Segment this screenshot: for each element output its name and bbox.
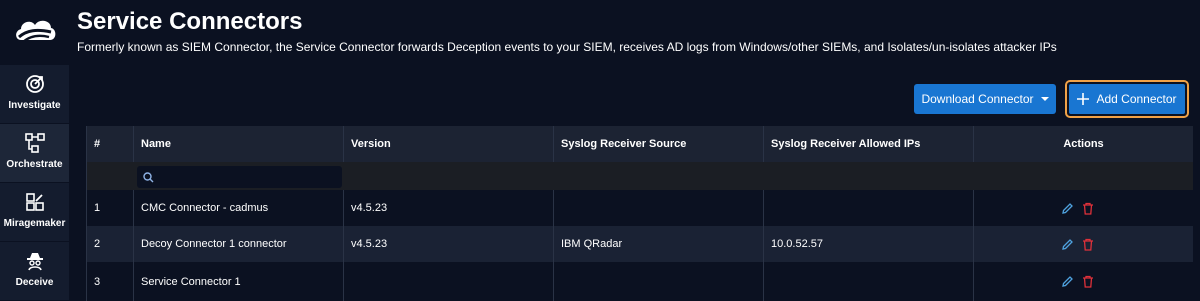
cell-version: v4.5.23 [344, 190, 554, 226]
sidebar-item-investigate[interactable]: Investigate [0, 65, 69, 123]
zscaler-logo[interactable] [0, 0, 69, 62]
cell-syslog-source: IBM QRadar [554, 226, 764, 262]
connectors-table: # Name Version Syslog Receiver Source Sy… [86, 126, 1193, 301]
table-row[interactable]: 1 CMC Connector - cadmus v4.5.23 [87, 190, 1193, 226]
sidebar-item-label: Investigate [8, 100, 61, 111]
column-header-allowed-ips[interactable]: Syslog Receiver Allowed IPs [764, 126, 974, 162]
cell-allowed-ips: 10.0.52.57 [764, 226, 974, 262]
column-header-syslog-source[interactable]: Syslog Receiver Source [554, 126, 764, 162]
cell-syslog-source [554, 262, 764, 301]
column-header-version[interactable]: Version [344, 126, 554, 162]
column-header-actions: Actions [1063, 138, 1104, 150]
cell-name: Service Connector 1 [134, 262, 344, 301]
main-content: Service Connectors Formerly known as SIE… [69, 0, 1200, 301]
add-connector-label: Add Connector [1096, 92, 1177, 106]
sidebar: Investigate Orchestrate Miragemaker Dece… [0, 0, 69, 301]
sidebar-item-miragemaker[interactable]: Miragemaker [0, 183, 69, 241]
cell-actions [974, 262, 1193, 301]
cell-number: 2 [87, 226, 134, 262]
plus-icon [1077, 93, 1090, 105]
delete-trash-icon[interactable] [1081, 275, 1095, 289]
cloud-logo-icon [15, 20, 55, 43]
table-row[interactable]: 2 Decoy Connector 1 connector v4.5.23 IB… [87, 226, 1193, 262]
name-filter-input[interactable] [159, 171, 334, 183]
search-icon [143, 171, 154, 182]
edit-pencil-icon[interactable] [1060, 201, 1074, 215]
orchestrate-flow-icon [24, 132, 46, 154]
deceive-spy-icon [24, 250, 46, 272]
name-filter-search[interactable] [137, 166, 342, 188]
sidebar-item-label: Miragemaker [3, 218, 66, 229]
investigate-target-icon [24, 73, 46, 95]
cell-number: 1 [87, 190, 134, 226]
cell-actions [974, 226, 1193, 262]
column-header-name[interactable]: Name [134, 126, 344, 162]
add-connector-focus-ring: Add Connector [1065, 80, 1189, 118]
cell-version [344, 262, 554, 301]
cell-actions [974, 190, 1193, 226]
table-header: # Name Version Syslog Receiver Source Sy… [87, 126, 1193, 162]
edit-pencil-icon[interactable] [1060, 237, 1074, 251]
miragemaker-icon [24, 191, 46, 213]
chevron-down-icon [1040, 97, 1049, 101]
download-connector-label: Download Connector [921, 92, 1034, 106]
sidebar-item-label: Orchestrate [6, 159, 63, 170]
cell-syslog-source [554, 190, 764, 226]
download-connector-button[interactable]: Download Connector [914, 84, 1056, 114]
delete-trash-icon[interactable] [1081, 201, 1095, 215]
add-connector-button[interactable]: Add Connector [1069, 84, 1185, 114]
edit-pencil-icon[interactable] [1060, 275, 1074, 289]
table-filter-row [87, 162, 1193, 190]
delete-trash-icon[interactable] [1081, 237, 1095, 251]
cell-allowed-ips [764, 190, 974, 226]
cell-name: CMC Connector - cadmus [134, 190, 344, 226]
sidebar-item-deceive[interactable]: Deceive [0, 242, 69, 300]
page-subtitle: Formerly known as SIEM Connector, the Se… [77, 40, 1057, 54]
page-title: Service Connectors [77, 8, 303, 35]
table-row[interactable]: 3 Service Connector 1 [87, 262, 1193, 301]
cell-name: Decoy Connector 1 connector [134, 226, 344, 262]
column-header-number[interactable]: # [87, 126, 134, 162]
sidebar-item-label: Deceive [15, 277, 54, 288]
sidebar-item-orchestrate[interactable]: Orchestrate [0, 124, 69, 182]
cell-version: v4.5.23 [344, 226, 554, 262]
cell-allowed-ips [764, 262, 974, 301]
cell-number: 3 [87, 262, 134, 301]
